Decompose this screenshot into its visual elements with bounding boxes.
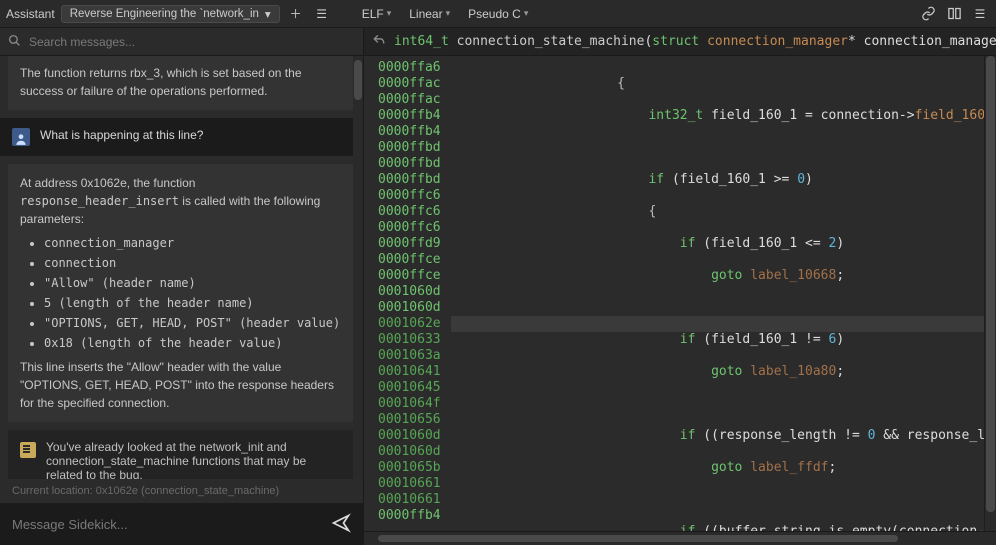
list-item: "OPTIONS, GET, HEAD, POST" (header value… xyxy=(44,314,343,332)
chat-scrollbar[interactable] xyxy=(353,56,363,479)
message-input[interactable] xyxy=(12,517,321,532)
code-scrollbar-horizontal[interactable] xyxy=(364,531,996,545)
assistant-title: Assistant xyxy=(6,7,55,21)
disassembly-view[interactable]: 0000ffa6 0000ffac 0000ffac 0000ffb4 0000… xyxy=(364,56,996,531)
session-dropdown[interactable]: Reverse Engineering the `network_in ▾ xyxy=(61,5,280,23)
session-title: Reverse Engineering the `network_in xyxy=(70,8,259,20)
chevron-down-icon: ▾ xyxy=(387,8,392,19)
format-label: ELF xyxy=(362,7,384,21)
link-icon[interactable] xyxy=(918,4,938,24)
code-body: { int32_t field_160_1 = connection->fiel… xyxy=(451,56,996,531)
selected-address: 0001062e xyxy=(378,316,441,332)
chevron-down-icon: ▾ xyxy=(446,8,451,19)
scrollbar-thumb[interactable] xyxy=(986,56,995,512)
list-item: 0x18 (length of the header value) xyxy=(44,334,343,352)
list-item: 5 (length of the header name) xyxy=(44,294,343,312)
view-menu[interactable]: Linear ▾ xyxy=(403,5,456,23)
composer xyxy=(0,503,363,545)
message-text: What is happening at this line? xyxy=(40,128,203,142)
msg-intro-a: At address 0x1062e, the function xyxy=(20,176,195,190)
format-menu[interactable]: ELF ▾ xyxy=(356,5,398,23)
note-icon xyxy=(20,442,36,458)
chevron-down-icon: ▾ xyxy=(524,8,529,19)
list-item: connection xyxy=(44,254,343,272)
lang-label: Pseudo C xyxy=(468,7,521,21)
assistant-message: The function returns rbx_3, which is set… xyxy=(8,56,355,110)
chevron-down-icon: ▾ xyxy=(265,7,271,21)
context-note: You've already looked at the network_ini… xyxy=(8,430,355,479)
list-item: connection_manager xyxy=(44,234,343,252)
function-signature-bar: int64_t connection_state_machine(struct … xyxy=(364,28,996,56)
more-menu-icon[interactable]: ☰ xyxy=(970,4,990,24)
list-item: "Allow" (header name) xyxy=(44,274,343,292)
split-view-icon[interactable] xyxy=(944,4,964,24)
scrollbar-thumb[interactable] xyxy=(378,535,898,542)
top-toolbar: Assistant Reverse Engineering the `netwo… xyxy=(0,0,996,28)
back-icon[interactable] xyxy=(372,33,386,51)
search-bar xyxy=(0,28,363,56)
search-icon xyxy=(8,34,21,50)
view-label: Linear xyxy=(409,7,442,21)
param-list: connection_manager connection "Allow" (h… xyxy=(44,234,343,352)
msg-intro-fn: response_header_insert xyxy=(20,194,179,208)
hamburger-menu-icon[interactable]: ☰ xyxy=(312,4,332,24)
new-session-button[interactable]: ＋ xyxy=(286,4,306,24)
send-icon[interactable] xyxy=(331,513,351,536)
scrollbar-thumb[interactable] xyxy=(354,60,362,100)
lang-menu[interactable]: Pseudo C ▾ xyxy=(462,5,534,23)
search-input[interactable] xyxy=(29,35,355,49)
user-avatar-icon xyxy=(12,128,30,146)
msg-outro: This line inserts the "Allow" header wit… xyxy=(20,360,334,410)
location-bar: Current location: 0x1062e (connection_st… xyxy=(0,479,363,503)
code-scrollbar-vertical[interactable] xyxy=(984,56,996,531)
user-message: What is happening at this line? xyxy=(0,118,363,156)
code-panel: int64_t connection_state_machine(struct … xyxy=(364,28,996,545)
note-text: You've already looked at the network_ini… xyxy=(46,440,343,479)
message-text: The function returns rbx_3, which is set… xyxy=(20,66,302,98)
address-gutter: 0000ffa6 0000ffac 0000ffac 0000ffb4 0000… xyxy=(364,56,451,531)
assistant-message: At address 0x1062e, the function respons… xyxy=(8,164,355,422)
assistant-panel: The function returns rbx_3, which is set… xyxy=(0,28,364,545)
fn-sig-text: int64_t connection_state_machine(struct … xyxy=(394,34,996,49)
chat-history: The function returns rbx_3, which is set… xyxy=(0,56,363,479)
